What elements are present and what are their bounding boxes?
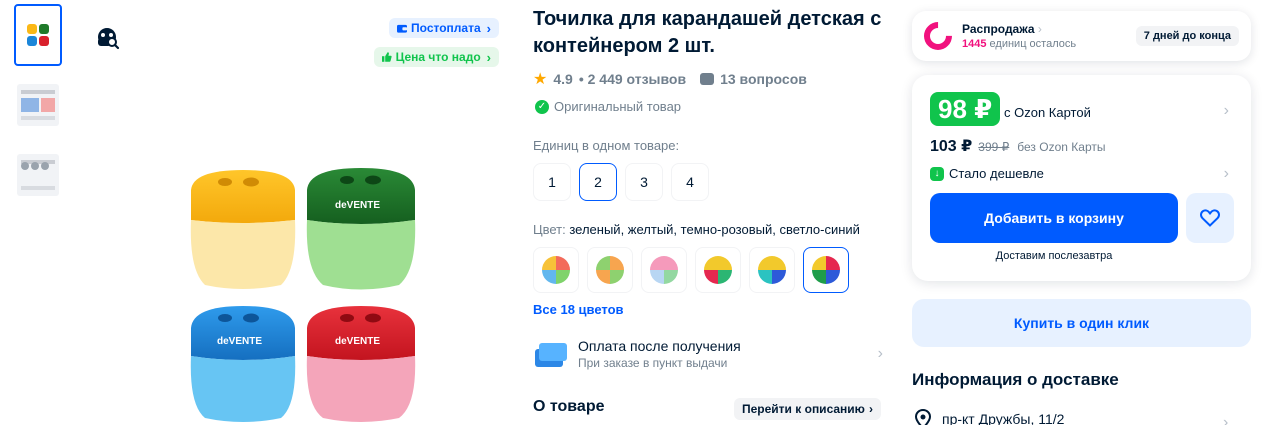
postpay-label: Постоплата: [411, 21, 481, 35]
price-card: 98 ₽ с Ozon Картой › 103 ₽ 399 ₽ без Ozo…: [912, 75, 1251, 281]
chevron-right-icon[interactable]: ›: [1224, 102, 1229, 120]
star-icon: ★: [533, 71, 548, 88]
good-price-label: Цена что надо: [395, 50, 481, 64]
color-pie-icon: [704, 256, 732, 284]
original-badge: ✓ Оригинальный товар: [535, 99, 681, 114]
color-swatch-4[interactable]: [695, 247, 741, 293]
color-pie-icon: [542, 256, 570, 284]
color-swatch-5[interactable]: [749, 247, 795, 293]
color-swatch-2[interactable]: [587, 247, 633, 293]
days-left-badge: 7 дней до конца: [1135, 26, 1239, 46]
delivery-address: пр-кт Дружбы, 11/2: [942, 411, 1065, 425]
chevron-right-icon: ›: [486, 49, 491, 65]
color-swatch-6[interactable]: [803, 247, 849, 293]
thumbnail-2[interactable]: [14, 74, 62, 136]
delivery-address-row[interactable]: пр-кт Дружбы, 11/2: [914, 409, 1064, 425]
chevron-right-icon[interactable]: ›: [1224, 165, 1229, 183]
original-label: Оригинальный товар: [554, 99, 682, 114]
sale-card[interactable]: Распродажа › 1445 единиц осталось 7 дней…: [912, 11, 1251, 61]
chevron-right-icon: ›: [1037, 22, 1042, 36]
color-value: зеленый, желтый, темно-розовый, светло-с…: [569, 222, 860, 237]
thumbnail-product-image: [27, 24, 49, 46]
check-circle-icon: ✓: [535, 99, 549, 114]
regular-price-row: 103 ₽ 399 ₽ без Ozon Карты: [930, 136, 1105, 156]
color-pie-icon: [596, 256, 624, 284]
sale-count-suffix: единиц осталось: [986, 38, 1077, 50]
arrow-down-icon: ↓: [930, 166, 944, 181]
image-search-icon: [98, 28, 120, 50]
unit-option-4[interactable]: 4: [671, 163, 709, 201]
pay-after-receipt[interactable]: Оплата после получения При заказе в пунк…: [533, 338, 883, 370]
regular-price-label: без Ozon Карты: [1017, 140, 1106, 154]
color-pie-icon: [812, 256, 840, 284]
wallet-icon: [397, 24, 408, 33]
goto-description-button[interactable]: Перейти к описанию ›: [734, 398, 881, 420]
delivery-info-title: Информация о доставке: [912, 370, 1119, 389]
brand-logo-text: deVENTE: [335, 200, 380, 211]
ozon-card-label: с Ozon Картой: [1004, 105, 1091, 120]
sharpener-green: deVENTE: [306, 168, 416, 290]
color-swatches: [533, 247, 849, 293]
thumbnail-info-image: [17, 154, 59, 196]
color-pie-icon: [650, 256, 678, 284]
chevron-right-icon: ›: [868, 402, 873, 416]
old-price: 399 ₽: [978, 140, 1010, 154]
goto-description-label: Перейти к описанию: [742, 402, 865, 416]
good-price-badge[interactable]: Цена что надо ›: [374, 47, 499, 67]
product-main-image[interactable]: deVENTE deVENTE deVENTE: [185, 160, 445, 425]
questions-icon: [700, 73, 715, 85]
price-drop-label: Стало дешевле: [949, 166, 1044, 181]
pay-after-subtitle: При заказе в пункт выдачи: [578, 356, 728, 370]
color-swatch-3[interactable]: [641, 247, 687, 293]
sharpener-red: deVENTE: [306, 306, 416, 422]
color-label: Цвет: зеленый, желтый, темно-розовый, св…: [533, 222, 860, 237]
color-swatch-1[interactable]: [533, 247, 579, 293]
color-label-prefix: Цвет:: [533, 222, 570, 237]
image-search-button[interactable]: [88, 18, 126, 56]
delivery-note: Доставим послезавтра: [995, 250, 1113, 262]
add-to-cart-button[interactable]: Добавить в корзину: [930, 193, 1178, 243]
buy-one-click-button[interactable]: Купить в один клик: [912, 299, 1251, 347]
brand-logo-text: deVENTE: [217, 336, 262, 347]
about-product-title: О товаре: [533, 398, 605, 415]
thumbnail-1[interactable]: [14, 4, 62, 66]
chevron-right-icon: ›: [877, 345, 883, 362]
rating-row[interactable]: ★ 4.9 • 2 449 отзывов 13 вопросов: [533, 69, 807, 89]
sharpener-yellow: [190, 170, 296, 289]
chevron-right-icon: ›: [486, 20, 491, 36]
units-selector: 1 2 3 4: [533, 163, 709, 201]
unit-option-2[interactable]: 2: [579, 163, 617, 201]
pay-after-title: Оплата после получения: [578, 338, 741, 354]
unit-option-3[interactable]: 3: [625, 163, 663, 201]
thumbnail-3[interactable]: [14, 144, 62, 206]
unit-option-1[interactable]: 1: [533, 163, 571, 201]
postpay-badge[interactable]: Постоплата ›: [389, 18, 499, 38]
reviews-count[interactable]: • 2 449 отзывов: [579, 71, 686, 87]
thumbnail-info-image: [17, 84, 59, 126]
product-title: Точилка для карандашей детская с контейн…: [533, 8, 882, 57]
rating-value: 4.9: [553, 71, 573, 87]
favorite-button[interactable]: [1186, 193, 1234, 243]
all-colors-link[interactable]: Все 18 цветов: [533, 302, 624, 317]
sharpener-blue: deVENTE: [190, 306, 296, 422]
brand-logo-text: deVENTE: [335, 336, 380, 347]
questions-count[interactable]: 13 вопросов: [720, 71, 807, 87]
color-pie-icon: [758, 256, 786, 284]
chevron-right-icon[interactable]: ›: [1223, 414, 1228, 425]
sale-count: 1445: [962, 38, 987, 50]
thumbnail-strip: [14, 4, 64, 214]
price-drop-row[interactable]: ↓ Стало дешевле: [930, 166, 1044, 181]
thumbs-up-icon: [382, 52, 392, 62]
regular-price: 103 ₽: [930, 138, 973, 155]
heart-icon: [1200, 209, 1220, 227]
sale-title: Распродажа: [962, 22, 1035, 36]
location-pin-icon: [914, 409, 932, 425]
sale-logo-icon: [918, 16, 958, 56]
units-label: Единиц в одном товаре:: [533, 138, 680, 153]
cards-icon: [533, 339, 567, 369]
ozon-card-price: 98 ₽: [930, 92, 1001, 126]
